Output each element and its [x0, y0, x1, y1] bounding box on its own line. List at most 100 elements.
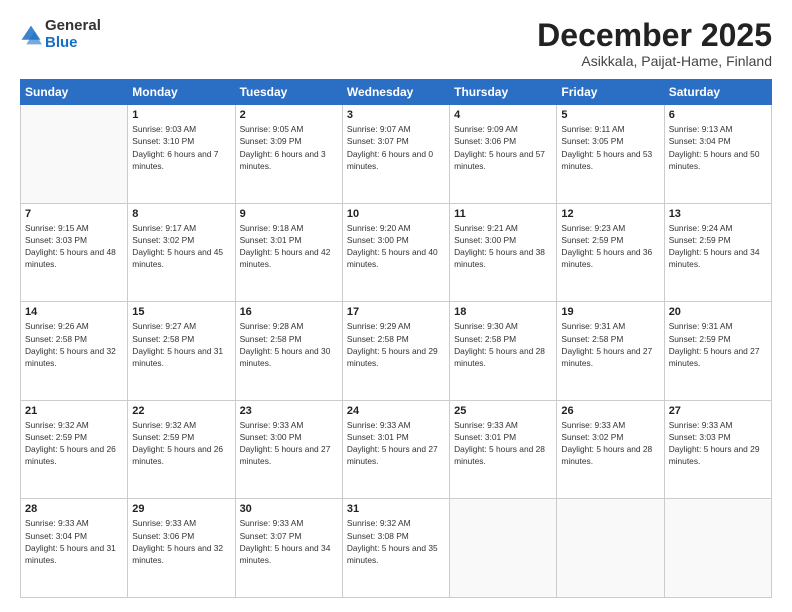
- day-number: 10: [347, 208, 445, 220]
- table-row: [21, 105, 128, 204]
- table-row: 17Sunrise: 9:29 AMSunset: 2:58 PMDayligh…: [342, 302, 449, 401]
- cell-info: Sunrise: 9:20 AMSunset: 3:00 PMDaylight:…: [347, 222, 445, 271]
- table-row: 13 Sunrise: 9:24 AMSunset: 2:59 PMDayligh…: [664, 203, 771, 302]
- day-number: 28: [25, 503, 123, 515]
- col-friday: Friday: [557, 80, 664, 105]
- calendar-week-row: 1 Sunrise: 9:03 AMSunset: 3:10 PMDaylight…: [21, 105, 772, 204]
- table-row: [450, 499, 557, 598]
- table-row: 14Sunrise: 9:26 AMSunset: 2:58 PMDayligh…: [21, 302, 128, 401]
- calendar-week-row: 14Sunrise: 9:26 AMSunset: 2:58 PMDayligh…: [21, 302, 772, 401]
- table-row: 21 Sunrise: 9:32 AMSunset: 2:59 PMDayligh…: [21, 400, 128, 499]
- day-number: 6: [669, 109, 767, 121]
- day-number: 17: [347, 306, 445, 318]
- location: Asikkala, Paijat-Hame, Finland: [537, 53, 772, 69]
- day-number: 3: [347, 109, 445, 121]
- cell-info: Sunrise: 9:17 AMSunset: 3:02 PMDaylight:…: [132, 222, 230, 271]
- cell-info: Sunrise: 9:07 AMSunset: 3:07 PMDaylight:…: [347, 123, 445, 172]
- day-number: 8: [132, 208, 230, 220]
- table-row: 1 Sunrise: 9:03 AMSunset: 3:10 PMDaylight…: [128, 105, 235, 204]
- cell-info: Sunrise: 9:31 AMSunset: 2:59 PMDaylight:…: [669, 320, 767, 369]
- table-row: 4 Sunrise: 9:09 AMSunset: 3:06 PMDaylight…: [450, 105, 557, 204]
- cell-info: Sunrise: 9:33 AMSunset: 3:06 PMDaylight:…: [132, 517, 230, 566]
- table-row: 10 Sunrise: 9:20 AMSunset: 3:00 PMDayligh…: [342, 203, 449, 302]
- cell-info: Sunrise: 9:33 AMSunset: 3:07 PMDaylight:…: [240, 517, 338, 566]
- day-number: 29: [132, 503, 230, 515]
- cell-info: Sunrise: 9:26 AMSunset: 2:58 PMDaylight:…: [25, 320, 123, 369]
- table-row: 11Sunrise: 9:21 AMSunset: 3:00 PMDayligh…: [450, 203, 557, 302]
- day-number: 1: [132, 109, 230, 121]
- cell-info: Sunrise: 9:33 AMSunset: 3:03 PMDaylight:…: [669, 419, 767, 468]
- cell-info: Sunrise: 9:15 AMSunset: 3:03 PMDaylight:…: [25, 222, 123, 271]
- day-number: 27: [669, 405, 767, 417]
- table-row: 12Sunrise: 9:23 AMSunset: 2:59 PMDayligh…: [557, 203, 664, 302]
- logo-text: General Blue: [45, 18, 101, 51]
- day-number: 7: [25, 208, 123, 220]
- table-row: 2 Sunrise: 9:05 AMSunset: 3:09 PMDaylight…: [235, 105, 342, 204]
- cell-info: Sunrise: 9:03 AMSunset: 3:10 PMDaylight:…: [132, 123, 230, 172]
- logo-blue-text: Blue: [45, 34, 78, 51]
- day-number: 12: [561, 208, 659, 220]
- table-row: 23 Sunrise: 9:33 AMSunset: 3:00 PMDayligh…: [235, 400, 342, 499]
- cell-info: Sunrise: 9:27 AMSunset: 2:58 PMDaylight:…: [132, 320, 230, 369]
- cell-info: Sunrise: 9:32 AMSunset: 2:59 PMDaylight:…: [25, 419, 123, 468]
- day-number: 25: [454, 405, 552, 417]
- table-row: 29 Sunrise: 9:33 AMSunset: 3:06 PMDayligh…: [128, 499, 235, 598]
- calendar-table: Sunday Monday Tuesday Wednesday Thursday…: [20, 79, 772, 598]
- day-number: 23: [240, 405, 338, 417]
- col-monday: Monday: [128, 80, 235, 105]
- table-row: 26 Sunrise: 9:33 AMSunset: 3:02 PMDayligh…: [557, 400, 664, 499]
- col-wednesday: Wednesday: [342, 80, 449, 105]
- day-number: 16: [240, 306, 338, 318]
- cell-info: Sunrise: 9:28 AMSunset: 2:58 PMDaylight:…: [240, 320, 338, 369]
- header: General Blue December 2025 Asikkala, Pai…: [20, 18, 772, 69]
- day-number: 9: [240, 208, 338, 220]
- table-row: 31Sunrise: 9:32 AMSunset: 3:08 PMDayligh…: [342, 499, 449, 598]
- cell-info: Sunrise: 9:31 AMSunset: 2:58 PMDaylight:…: [561, 320, 659, 369]
- table-row: [664, 499, 771, 598]
- cell-info: Sunrise: 9:05 AMSunset: 3:09 PMDaylight:…: [240, 123, 338, 172]
- cell-info: Sunrise: 9:13 AMSunset: 3:04 PMDaylight:…: [669, 123, 767, 172]
- cell-info: Sunrise: 9:24 AMSunset: 2:59 PMDaylight:…: [669, 222, 767, 271]
- table-row: 8 Sunrise: 9:17 AMSunset: 3:02 PMDaylight…: [128, 203, 235, 302]
- cell-info: Sunrise: 9:30 AMSunset: 2:58 PMDaylight:…: [454, 320, 552, 369]
- day-number: 26: [561, 405, 659, 417]
- day-number: 2: [240, 109, 338, 121]
- table-row: 30Sunrise: 9:33 AMSunset: 3:07 PMDayligh…: [235, 499, 342, 598]
- cell-info: Sunrise: 9:33 AMSunset: 3:04 PMDaylight:…: [25, 517, 123, 566]
- calendar-page: General Blue December 2025 Asikkala, Pai…: [0, 0, 792, 612]
- calendar-week-row: 28 Sunrise: 9:33 AMSunset: 3:04 PMDayligh…: [21, 499, 772, 598]
- table-row: 5Sunrise: 9:11 AMSunset: 3:05 PMDaylight…: [557, 105, 664, 204]
- cell-info: Sunrise: 9:33 AMSunset: 3:00 PMDaylight:…: [240, 419, 338, 468]
- day-number: 15: [132, 306, 230, 318]
- table-row: 3 Sunrise: 9:07 AMSunset: 3:07 PMDaylight…: [342, 105, 449, 204]
- table-row: 24 Sunrise: 9:33 AMSunset: 3:01 PMDayligh…: [342, 400, 449, 499]
- calendar-body: 1 Sunrise: 9:03 AMSunset: 3:10 PMDaylight…: [21, 105, 772, 598]
- cell-info: Sunrise: 9:32 AMSunset: 3:08 PMDaylight:…: [347, 517, 445, 566]
- day-number: 13: [669, 208, 767, 220]
- day-number: 24: [347, 405, 445, 417]
- table-row: 27 Sunrise: 9:33 AMSunset: 3:03 PMDayligh…: [664, 400, 771, 499]
- cell-info: Sunrise: 9:33 AMSunset: 3:01 PMDaylight:…: [347, 419, 445, 468]
- logo-icon: [20, 24, 42, 46]
- day-number: 18: [454, 306, 552, 318]
- day-number: 22: [132, 405, 230, 417]
- cell-info: Sunrise: 9:09 AMSunset: 3:06 PMDaylight:…: [454, 123, 552, 172]
- table-row: 25Sunrise: 9:33 AMSunset: 3:01 PMDayligh…: [450, 400, 557, 499]
- title-block: December 2025 Asikkala, Paijat-Hame, Fin…: [537, 18, 772, 69]
- calendar-week-row: 21 Sunrise: 9:32 AMSunset: 2:59 PMDayligh…: [21, 400, 772, 499]
- cell-info: Sunrise: 9:33 AMSunset: 3:02 PMDaylight:…: [561, 419, 659, 468]
- cell-info: Sunrise: 9:18 AMSunset: 3:01 PMDaylight:…: [240, 222, 338, 271]
- col-saturday: Saturday: [664, 80, 771, 105]
- table-row: 15 Sunrise: 9:27 AMSunset: 2:58 PMDayligh…: [128, 302, 235, 401]
- logo: General Blue: [20, 18, 101, 51]
- day-number: 21: [25, 405, 123, 417]
- table-row: 6 Sunrise: 9:13 AMSunset: 3:04 PMDaylight…: [664, 105, 771, 204]
- day-number: 19: [561, 306, 659, 318]
- table-row: 19 Sunrise: 9:31 AMSunset: 2:58 PMDayligh…: [557, 302, 664, 401]
- table-row: 9 Sunrise: 9:18 AMSunset: 3:01 PMDaylight…: [235, 203, 342, 302]
- day-number: 4: [454, 109, 552, 121]
- logo-general-text: General: [45, 17, 101, 34]
- table-row: 20Sunrise: 9:31 AMSunset: 2:59 PMDayligh…: [664, 302, 771, 401]
- table-row: [557, 499, 664, 598]
- cell-info: Sunrise: 9:32 AMSunset: 2:59 PMDaylight:…: [132, 419, 230, 468]
